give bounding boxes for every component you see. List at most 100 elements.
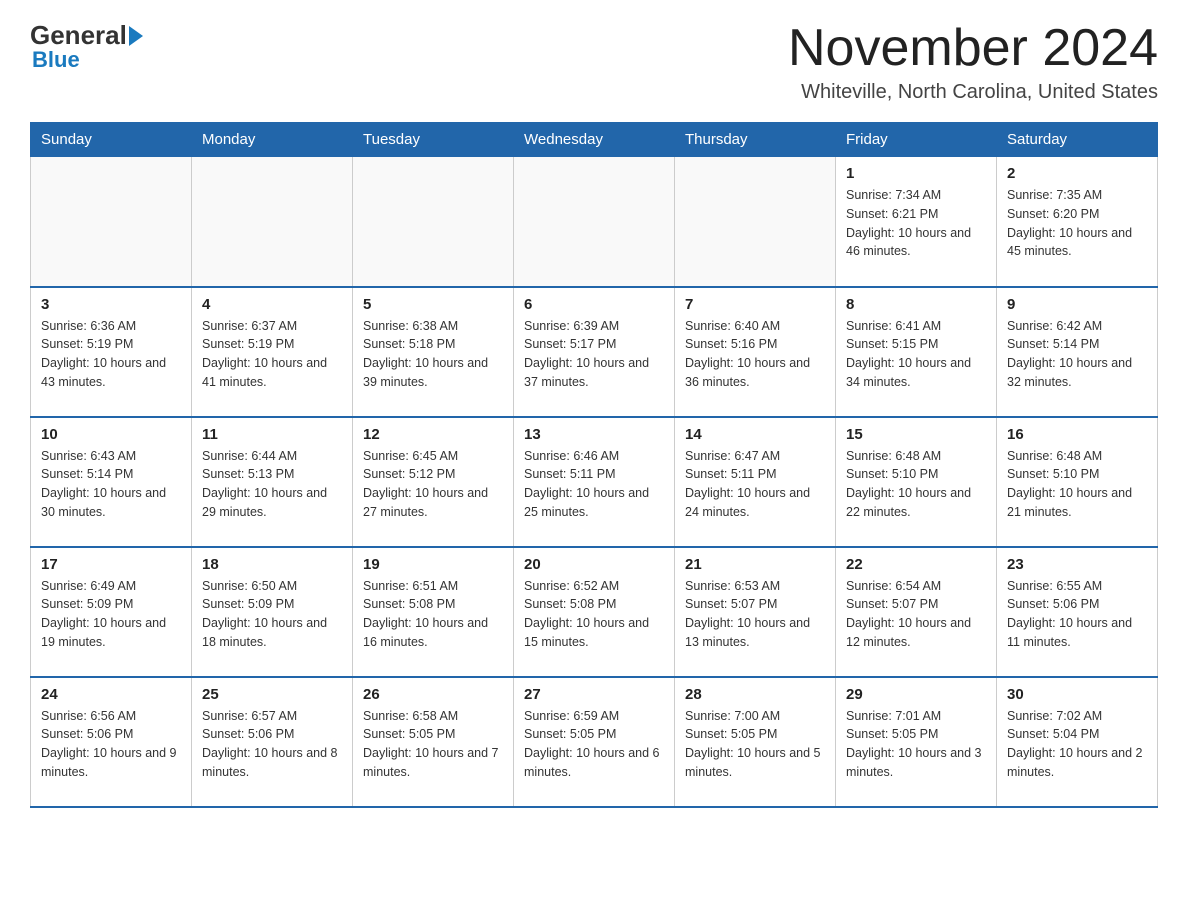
day-info: Sunrise: 6:55 AMSunset: 5:06 PMDaylight:… [1007,577,1147,652]
day-cell: 26 Sunrise: 6:58 AMSunset: 5:05 PMDayligh… [353,677,514,807]
day-info: Sunrise: 7:02 AMSunset: 5:04 PMDaylight:… [1007,707,1147,782]
day-info: Sunrise: 7:00 AMSunset: 5:05 PMDaylight:… [685,707,825,782]
day-info: Sunrise: 6:48 AMSunset: 5:10 PMDaylight:… [1007,447,1147,522]
day-cell: 8Sunrise: 6:41 AMSunset: 5:15 PMDaylight… [836,287,997,417]
day-number: 14 [685,426,825,443]
day-number: 10 [41,426,181,443]
day-cell: 12Sunrise: 6:45 AMSunset: 5:12 PMDayligh… [353,417,514,547]
header-cell-sunday: Sunday [31,123,192,157]
day-number: 16 [1007,426,1147,443]
day-number: 17 [41,556,181,573]
day-cell: 4Sunrise: 6:37 AMSunset: 5:19 PMDaylight… [192,287,353,417]
day-info: Sunrise: 6:39 AMSunset: 5:17 PMDaylight:… [524,317,664,392]
day-number: 30 [1007,686,1147,703]
day-info: Sunrise: 6:57 AMSunset: 5:06 PMDaylight:… [202,707,342,782]
day-number: 23 [1007,556,1147,573]
day-cell: 20 Sunrise: 6:52 AMSunset: 5:08 PMDayligh… [514,547,675,677]
day-info: Sunrise: 7:35 AMSunset: 6:20 PMDaylight:… [1007,186,1147,261]
day-number: 3 [41,296,181,313]
day-info: Sunrise: 6:53 AMSunset: 5:07 PMDaylight:… [685,577,825,652]
day-cell: 19 Sunrise: 6:51 AMSunset: 5:08 PMDayligh… [353,547,514,677]
day-info: Sunrise: 6:38 AMSunset: 5:18 PMDaylight:… [363,317,503,392]
day-cell [675,157,836,287]
day-cell: 6 Sunrise: 6:39 AMSunset: 5:17 PMDaylight… [514,287,675,417]
week-row-2: 10 Sunrise: 6:43 AMSunset: 5:14 PMDayligh… [31,417,1158,547]
logo: General Blue [30,20,145,73]
day-number: 27 [524,686,664,703]
day-number: 11 [202,426,342,443]
day-number: 6 [524,296,664,313]
day-cell: 7 Sunrise: 6:40 AMSunset: 5:16 PMDaylight… [675,287,836,417]
day-cell: 18 Sunrise: 6:50 AMSunset: 5:09 PMDayligh… [192,547,353,677]
day-cell: 25Sunrise: 6:57 AMSunset: 5:06 PMDayligh… [192,677,353,807]
header-cell-monday: Monday [192,123,353,157]
day-info: Sunrise: 6:58 AMSunset: 5:05 PMDaylight:… [363,707,503,782]
calendar-body: 1Sunrise: 7:34 AMSunset: 6:21 PMDaylight… [31,157,1158,807]
header-cell-saturday: Saturday [997,123,1158,157]
day-cell: 11 Sunrise: 6:44 AMSunset: 5:13 PMDayligh… [192,417,353,547]
day-number: 15 [846,426,986,443]
day-cell: 23 Sunrise: 6:55 AMSunset: 5:06 PMDayligh… [997,547,1158,677]
day-cell: 16 Sunrise: 6:48 AMSunset: 5:10 PMDayligh… [997,417,1158,547]
day-number: 26 [363,686,503,703]
day-info: Sunrise: 6:40 AMSunset: 5:16 PMDaylight:… [685,317,825,392]
day-cell: 29 Sunrise: 7:01 AMSunset: 5:05 PMDayligh… [836,677,997,807]
day-cell: 30 Sunrise: 7:02 AMSunset: 5:04 PMDayligh… [997,677,1158,807]
day-number: 24 [41,686,181,703]
day-info: Sunrise: 6:42 AMSunset: 5:14 PMDaylight:… [1007,317,1147,392]
day-cell: 15 Sunrise: 6:48 AMSunset: 5:10 PMDayligh… [836,417,997,547]
day-info: Sunrise: 6:49 AMSunset: 5:09 PMDaylight:… [41,577,181,652]
logo-blue: Blue [30,47,80,73]
header: General Blue November 2024 Whiteville, N… [30,20,1158,104]
day-cell: 1Sunrise: 7:34 AMSunset: 6:21 PMDaylight… [836,157,997,287]
header-cell-wednesday: Wednesday [514,123,675,157]
day-info: Sunrise: 6:43 AMSunset: 5:14 PMDaylight:… [41,447,181,522]
day-cell: 27 Sunrise: 6:59 AMSunset: 5:05 PMDayligh… [514,677,675,807]
day-number: 20 [524,556,664,573]
day-info: Sunrise: 6:51 AMSunset: 5:08 PMDaylight:… [363,577,503,652]
day-number: 9 [1007,296,1147,313]
day-number: 18 [202,556,342,573]
header-cell-friday: Friday [836,123,997,157]
day-info: Sunrise: 7:01 AMSunset: 5:05 PMDaylight:… [846,707,986,782]
day-cell: 3 Sunrise: 6:36 AMSunset: 5:19 PMDaylight… [31,287,192,417]
day-number: 4 [202,296,342,313]
header-cell-tuesday: Tuesday [353,123,514,157]
week-row-3: 17 Sunrise: 6:49 AMSunset: 5:09 PMDayligh… [31,547,1158,677]
header-cell-thursday: Thursday [675,123,836,157]
day-info: Sunrise: 6:46 AMSunset: 5:11 PMDaylight:… [524,447,664,522]
day-cell: 9 Sunrise: 6:42 AMSunset: 5:14 PMDaylight… [997,287,1158,417]
day-number: 7 [685,296,825,313]
day-info: Sunrise: 6:48 AMSunset: 5:10 PMDaylight:… [846,447,986,522]
day-cell [353,157,514,287]
calendar-table: SundayMondayTuesdayWednesdayThursdayFrid… [30,122,1158,808]
day-cell [31,157,192,287]
day-cell [514,157,675,287]
title-area: November 2024 Whiteville, North Carolina… [788,20,1158,104]
location-title: Whiteville, North Carolina, United State… [788,81,1158,104]
calendar-header: SundayMondayTuesdayWednesdayThursdayFrid… [31,123,1158,157]
day-number: 1 [846,165,986,182]
day-cell: 10 Sunrise: 6:43 AMSunset: 5:14 PMDayligh… [31,417,192,547]
day-info: Sunrise: 6:56 AMSunset: 5:06 PMDaylight:… [41,707,181,782]
day-cell: 24 Sunrise: 6:56 AMSunset: 5:06 PMDayligh… [31,677,192,807]
day-info: Sunrise: 6:59 AMSunset: 5:05 PMDaylight:… [524,707,664,782]
day-cell: 28 Sunrise: 7:00 AMSunset: 5:05 PMDayligh… [675,677,836,807]
day-cell: 21 Sunrise: 6:53 AMSunset: 5:07 PMDayligh… [675,547,836,677]
week-row-0: 1Sunrise: 7:34 AMSunset: 6:21 PMDaylight… [31,157,1158,287]
day-number: 29 [846,686,986,703]
day-info: Sunrise: 6:44 AMSunset: 5:13 PMDaylight:… [202,447,342,522]
day-cell [192,157,353,287]
day-info: Sunrise: 6:36 AMSunset: 5:19 PMDaylight:… [41,317,181,392]
logo-arrow-icon [129,26,143,46]
day-number: 21 [685,556,825,573]
day-number: 8 [846,296,986,313]
day-info: Sunrise: 6:50 AMSunset: 5:09 PMDaylight:… [202,577,342,652]
day-info: Sunrise: 6:52 AMSunset: 5:08 PMDaylight:… [524,577,664,652]
week-row-4: 24 Sunrise: 6:56 AMSunset: 5:06 PMDayligh… [31,677,1158,807]
day-number: 19 [363,556,503,573]
day-number: 22 [846,556,986,573]
day-number: 28 [685,686,825,703]
day-cell: 5Sunrise: 6:38 AMSunset: 5:18 PMDaylight… [353,287,514,417]
day-cell: 2Sunrise: 7:35 AMSunset: 6:20 PMDaylight… [997,157,1158,287]
